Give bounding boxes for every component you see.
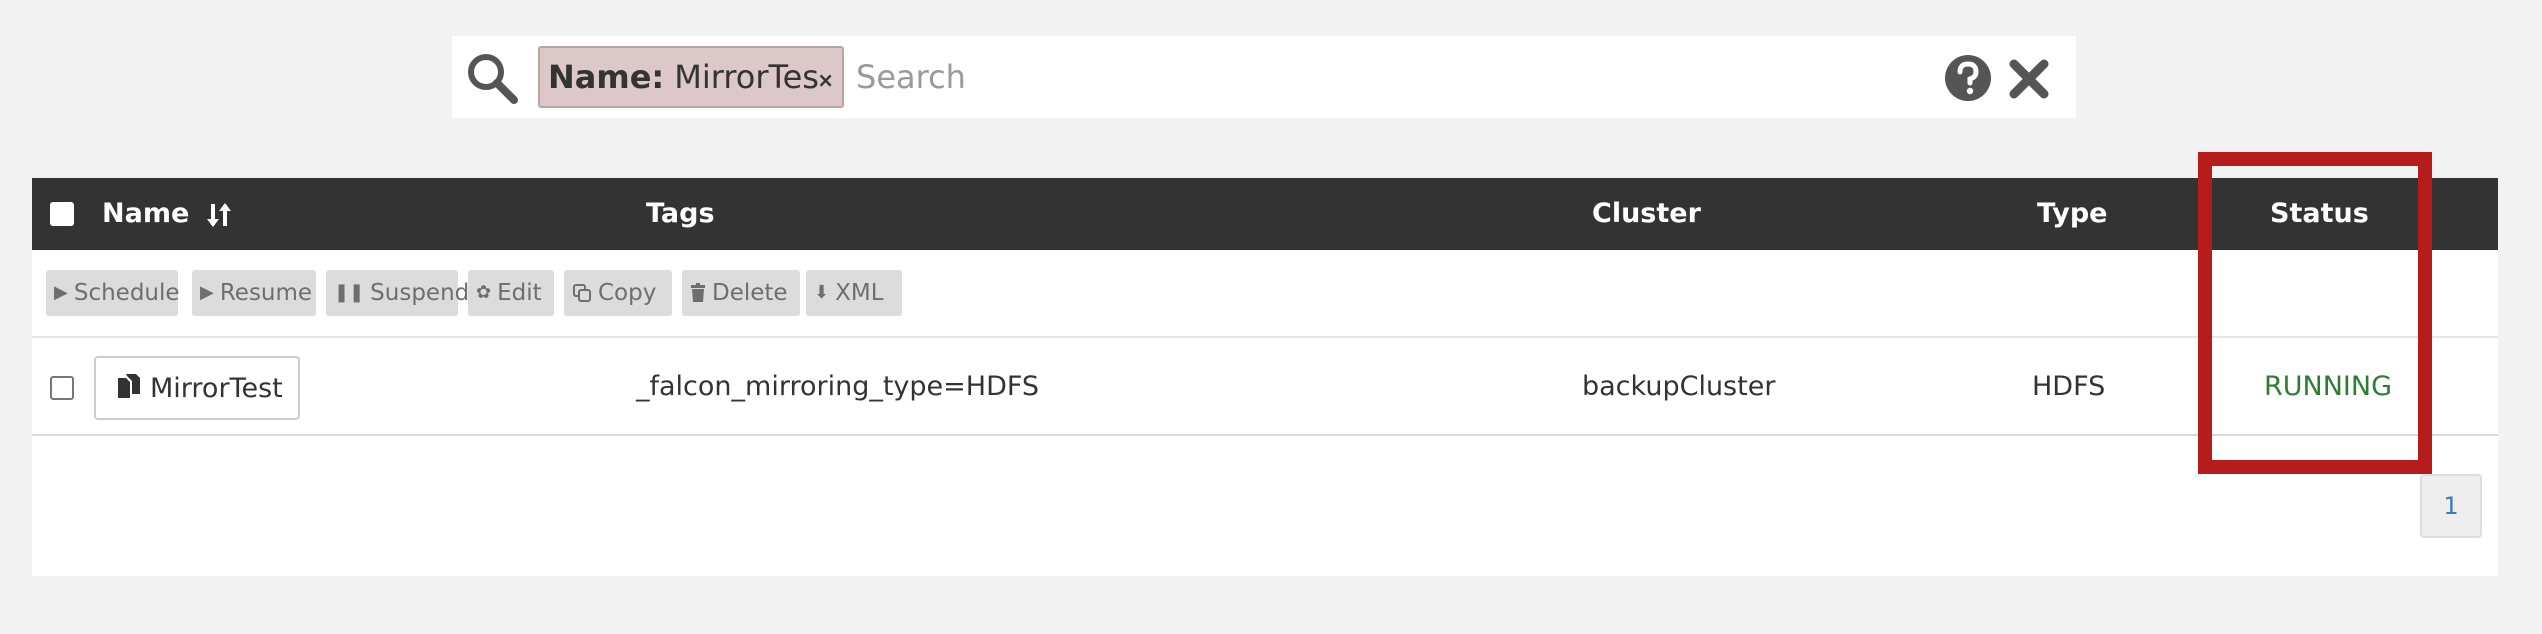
- suspend-button[interactable]: ❚❚ Suspend: [326, 270, 469, 316]
- pause-icon: ❚❚: [334, 282, 365, 303]
- sort-icon[interactable]: [205, 200, 233, 230]
- column-header-status: Status: [2270, 198, 2369, 229]
- pagination-page-1[interactable]: 1: [2420, 474, 2482, 538]
- row-cluster: backupCluster: [1582, 371, 1776, 402]
- xml-label: XML: [835, 280, 884, 306]
- file-icon: [118, 374, 140, 398]
- trash-icon: [690, 283, 706, 303]
- column-header-name-label: Name: [102, 198, 190, 229]
- delete-button[interactable]: Delete: [682, 270, 800, 316]
- action-toolbar: ▶ Schedule ▶ Resume ❚❚ Suspend ✿ Edit Co…: [32, 250, 2498, 338]
- entity-name-button[interactable]: MirrorTest: [94, 356, 300, 420]
- column-header-cluster: Cluster: [1592, 198, 1701, 229]
- copy-button[interactable]: Copy: [564, 270, 672, 316]
- search-icon[interactable]: [464, 50, 520, 106]
- suspend-label: Suspend: [370, 280, 470, 306]
- edit-button[interactable]: ✿ Edit: [468, 270, 554, 316]
- entity-name-label: MirrorTest: [150, 372, 283, 404]
- copy-label: Copy: [598, 280, 657, 306]
- search-bar: Name: MirrorTes ×: [452, 36, 2076, 118]
- row-checkbox[interactable]: [50, 376, 74, 400]
- resume-button[interactable]: ▶ Resume: [192, 270, 316, 316]
- status-badge: RUNNING: [2264, 371, 2392, 402]
- gear-icon: ✿: [476, 282, 492, 303]
- column-header-name[interactable]: Name: [102, 178, 233, 250]
- row-type: HDFS: [2032, 371, 2106, 402]
- filter-remove-button[interactable]: ×: [817, 68, 834, 92]
- edit-label: Edit: [497, 280, 542, 306]
- play-icon: ▶: [200, 282, 214, 303]
- filter-value: MirrorTes: [674, 58, 819, 96]
- search-input[interactable]: [854, 48, 1854, 106]
- schedule-button[interactable]: ▶ Schedule: [46, 270, 180, 316]
- search-filter-tag[interactable]: Name: MirrorTes ×: [538, 46, 844, 108]
- delete-label: Delete: [712, 280, 788, 306]
- filter-key: Name:: [548, 58, 665, 96]
- clear-icon[interactable]: [2008, 58, 2050, 100]
- column-header-tags: Tags: [646, 198, 715, 229]
- copy-icon: [572, 283, 592, 303]
- table-row: MirrorTest _falcon_mirroring_type=HDFS b…: [32, 338, 2498, 436]
- entity-table-panel: Name Tags Cluster Type Status ▶ Schedule…: [32, 178, 2498, 576]
- download-icon: ⬇: [814, 282, 830, 303]
- select-all-checkbox[interactable]: [50, 202, 74, 226]
- table-header: Name Tags Cluster Type Status: [32, 178, 2498, 250]
- help-icon[interactable]: [1944, 54, 1992, 102]
- play-icon: ▶: [54, 282, 68, 303]
- schedule-label: Schedule: [73, 280, 180, 306]
- xml-button[interactable]: ⬇ XML: [806, 270, 902, 316]
- row-tags: _falcon_mirroring_type=HDFS: [636, 371, 1040, 402]
- column-header-type: Type: [2037, 198, 2108, 229]
- resume-label: Resume: [219, 280, 313, 306]
